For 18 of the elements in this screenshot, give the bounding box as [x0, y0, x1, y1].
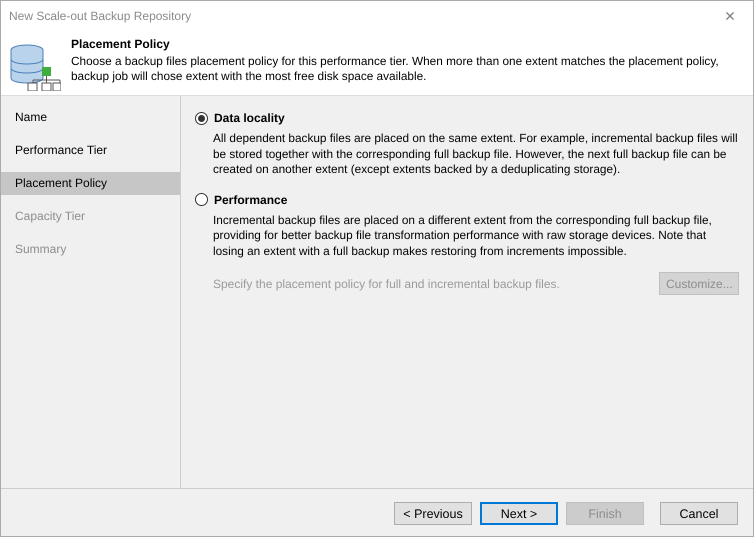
policy-hint: Specify the placement policy for full and incremental backup files. [213, 276, 560, 290]
page-title: Placement Policy [71, 37, 171, 51]
wizard-step[interactable]: Placement Policy [1, 172, 180, 195]
option-description: All dependent backup files are placed on the same extent. For example, incremental backup files will be stored together with the corresponding full backup file. However, the next full backup file can be created on another extent (except extents backed by a deduplicating storage). [213, 131, 739, 178]
wizard-step[interactable]: Name [1, 106, 180, 129]
database-network-icon [9, 43, 61, 91]
wizard-button[interactable]: Cancel [660, 502, 738, 525]
wizard-button[interactable]: < Previous [394, 502, 472, 525]
option-description: Incremental backup files are placed on a different extent from the corresponding full backup file, providing for better backup file transformation performance with raw storage devices. Note that losing an extent with a full backup makes restoring from increments impossible. [213, 212, 713, 259]
option-label: Performance [214, 192, 288, 206]
radio-button[interactable] [195, 112, 208, 124]
window-title: New Scale-out Backup Repository [9, 9, 192, 23]
option-label: Data locality [214, 111, 285, 125]
close-button[interactable]: × [707, 6, 753, 26]
page-description: Choose a backup files placement policy for this performance tier. When more than one extent matches the placement policy, backup job will chose extent with the most free disk space available. [71, 54, 720, 84]
wizard-button[interactable]: Next > [480, 502, 558, 525]
wizard-step[interactable]: Performance Tier [1, 139, 180, 162]
radio-button[interactable] [195, 193, 208, 206]
